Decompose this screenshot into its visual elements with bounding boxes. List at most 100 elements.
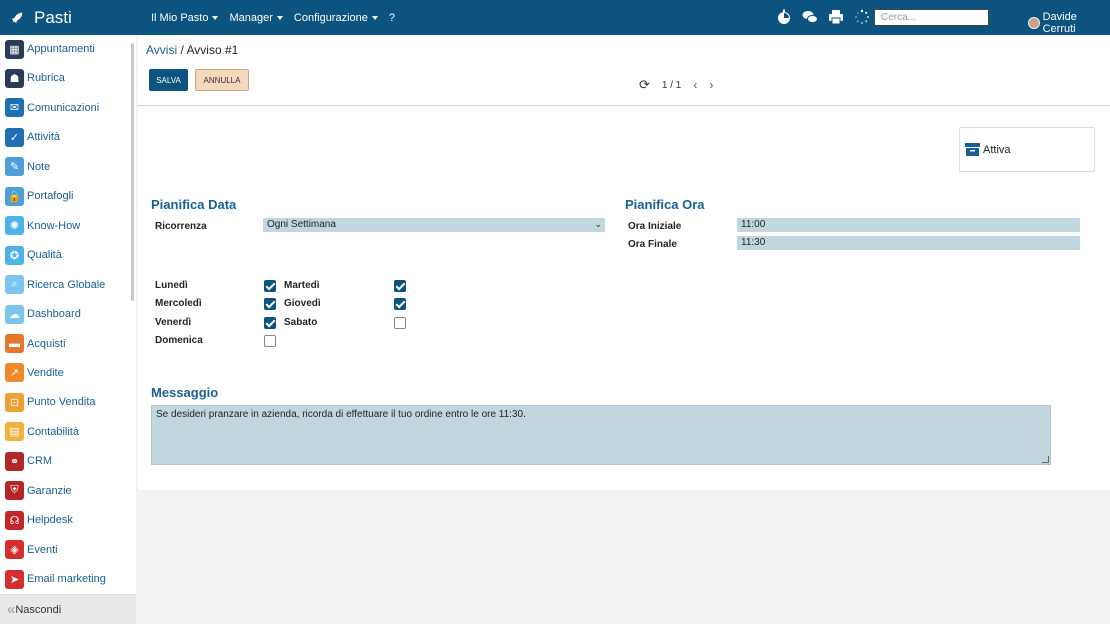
lock-icon: 🔒: [5, 186, 24, 206]
checkbox-sunday[interactable]: [264, 335, 276, 347]
sidebar-item-eventi[interactable]: ◈ Eventi: [5, 540, 58, 560]
chat-icon: ✉: [5, 98, 24, 118]
pager: ⟳ 1 / 1 ‹ ›: [639, 77, 713, 93]
sidebar-item-label: Note: [27, 160, 51, 173]
menu-label: Il Mio Pasto: [151, 11, 209, 24]
menu-configurazione[interactable]: Configurazione: [294, 12, 378, 24]
sidebar-item-acquisti[interactable]: ▬ Acquisti: [5, 334, 66, 354]
sidebar-scrollbar[interactable]: [131, 43, 134, 301]
sidebar-item-contabilit-[interactable]: ▤ Contabilità: [5, 422, 79, 442]
menu-help[interactable]: ?: [389, 12, 395, 24]
double-chevron-left-icon: «: [7, 601, 16, 618]
sidebar-item-comunicazioni[interactable]: ✉ Comunicazioni: [5, 98, 99, 118]
message-textarea[interactable]: Se desideri pranzare in azienda, ricorda…: [151, 405, 1051, 465]
sidebar-item-label: Email marketing: [27, 573, 106, 586]
main-menu: Il Mio Pasto Manager Configurazione ?: [140, 12, 395, 24]
app-brand[interactable]: Pasti: [0, 8, 140, 28]
resize-grip-icon[interactable]: [1042, 456, 1049, 463]
pos-icon: ⊡: [5, 392, 24, 412]
chart-icon: ↗: [5, 363, 24, 383]
sidebar-item-vendite[interactable]: ↗ Vendite: [5, 363, 64, 383]
address-book-icon: ☗: [5, 68, 24, 88]
print-icon[interactable]: [828, 9, 844, 25]
sidebar-item-label: Garanzie: [27, 484, 72, 497]
timer-icon[interactable]: [776, 9, 792, 25]
message-title: Messaggio: [151, 385, 219, 400]
menu-label: ?: [388, 11, 396, 24]
checkbox-monday[interactable]: [264, 280, 276, 292]
start-time-field[interactable]: 11:00: [737, 218, 1080, 232]
sidebar-item-rubrica[interactable]: ☗ Rubrica: [5, 68, 65, 88]
menu-il-mio-pasto[interactable]: Il Mio Pasto: [151, 11, 219, 24]
menu-label: Configurazione: [293, 11, 368, 24]
sidebar-item-label: CRM: [27, 455, 53, 468]
sidebar-item-label: Punto Vendita: [27, 396, 96, 409]
sidebar-item-label: Portafogli: [27, 190, 74, 203]
cancel-button[interactable]: ANNULLA: [195, 69, 249, 91]
calendar-icon: ▦: [5, 39, 24, 59]
recurrence-select[interactable]: Ogni Settimana ⌄: [263, 218, 605, 232]
sidebar-item-portafogli[interactable]: 🔒 Portafogli: [5, 186, 73, 206]
sidebar-item-garanzie[interactable]: ⛨ Garanzie: [5, 481, 72, 501]
checkbox-thursday[interactable]: [394, 298, 406, 310]
sidebar-item-dashboard[interactable]: ☁ Dashboard: [5, 304, 81, 324]
breadcrumb-avvisi[interactable]: Avvisi: [146, 43, 177, 57]
day-label-tuesday: Martedì: [284, 280, 320, 291]
day-label-thursday: Giovedì: [284, 298, 321, 309]
sidebar-item-label: Contabilità: [27, 425, 79, 438]
sidebar-item-attivit-[interactable]: ✓ Attività: [5, 127, 60, 147]
search-icon: ⌕: [5, 275, 24, 295]
sidebar-item-label: Acquisti: [27, 337, 66, 350]
search-input[interactable]: Cerca...: [874, 9, 989, 26]
end-time-field[interactable]: 11:30: [737, 236, 1080, 250]
sidebar-item-helpdesk[interactable]: ☊ Helpdesk: [5, 510, 73, 530]
caret-down-icon: [371, 15, 378, 20]
breadcrumb-separator: /: [180, 43, 184, 57]
topbar-icons: [776, 9, 880, 25]
active-toggle-button[interactable]: Attiva: [959, 127, 1095, 172]
sidebar-item-appuntamenti[interactable]: ▦ Appuntamenti: [5, 39, 95, 59]
sidebar-item-know-how[interactable]: ✺ Know-How: [5, 216, 80, 236]
check-icon: ✓: [5, 127, 24, 147]
refresh-icon[interactable]: ⟳: [639, 77, 650, 93]
sidebar-item-label: Ricerca Globale: [27, 278, 106, 291]
handshake-icon: ⚭: [5, 451, 24, 471]
sidebar-item-label: Appuntamenti: [27, 43, 95, 55]
divider: [138, 105, 1110, 106]
chat-icon[interactable]: [802, 9, 818, 25]
main-content: Avvisi / Avviso #1 SALVA ANNULLA ⟳ 1 / 1…: [138, 35, 1110, 490]
sidebar-item-label: Comunicazioni: [27, 101, 100, 114]
sidebar-item-label: Rubrica: [27, 72, 65, 85]
breadcrumb-current: Avviso #1: [186, 43, 239, 57]
avatar: [1028, 17, 1040, 29]
dashboard-icon: ☁: [5, 304, 24, 324]
user-name: Davide Cerruti: [1042, 11, 1077, 35]
save-button[interactable]: SALVA: [149, 69, 188, 91]
caret-down-icon: [212, 15, 219, 20]
sidebar-item-note[interactable]: ✎ Note: [5, 157, 50, 177]
sidebar-item-qualit-[interactable]: ✪ Qualità: [5, 245, 62, 265]
chevron-down-icon: ⌄: [594, 219, 602, 229]
sidebar-item-label: Know-How: [27, 219, 81, 232]
hide-sidebar-button[interactable]: « Nascondi: [0, 594, 136, 624]
sidebar-item-label: Vendite: [27, 366, 64, 379]
spinner-icon: [855, 9, 869, 24]
checkbox-tuesday[interactable]: [394, 280, 406, 292]
checkbox-friday[interactable]: [264, 317, 276, 329]
user-menu[interactable]: Davide Cerruti: [1028, 11, 1110, 35]
previous-icon[interactable]: ‹: [693, 78, 697, 92]
hide-label: Nascondi: [15, 603, 62, 616]
sidebar-item-ricerca-globale[interactable]: ⌕ Ricerca Globale: [5, 275, 105, 295]
sidebar-item-punto-vendita[interactable]: ⊡ Punto Vendita: [5, 392, 96, 412]
menu-manager[interactable]: Manager: [229, 12, 283, 24]
headset-icon: ☊: [5, 510, 24, 530]
day-label-wednesday: Mercoledì: [155, 298, 202, 309]
next-icon[interactable]: ›: [709, 78, 713, 92]
day-label-monday: Lunedì: [155, 280, 188, 291]
sidebar-item-crm[interactable]: ⚭ CRM: [5, 451, 52, 471]
checkbox-saturday[interactable]: [394, 317, 406, 329]
sidebar-item-email-marketing[interactable]: ➤ Email marketing: [5, 569, 106, 589]
top-navbar: Pasti Il Mio Pasto Manager Configurazion…: [0, 0, 1110, 35]
paper-plane-icon: ➤: [5, 569, 24, 589]
checkbox-wednesday[interactable]: [264, 298, 276, 310]
